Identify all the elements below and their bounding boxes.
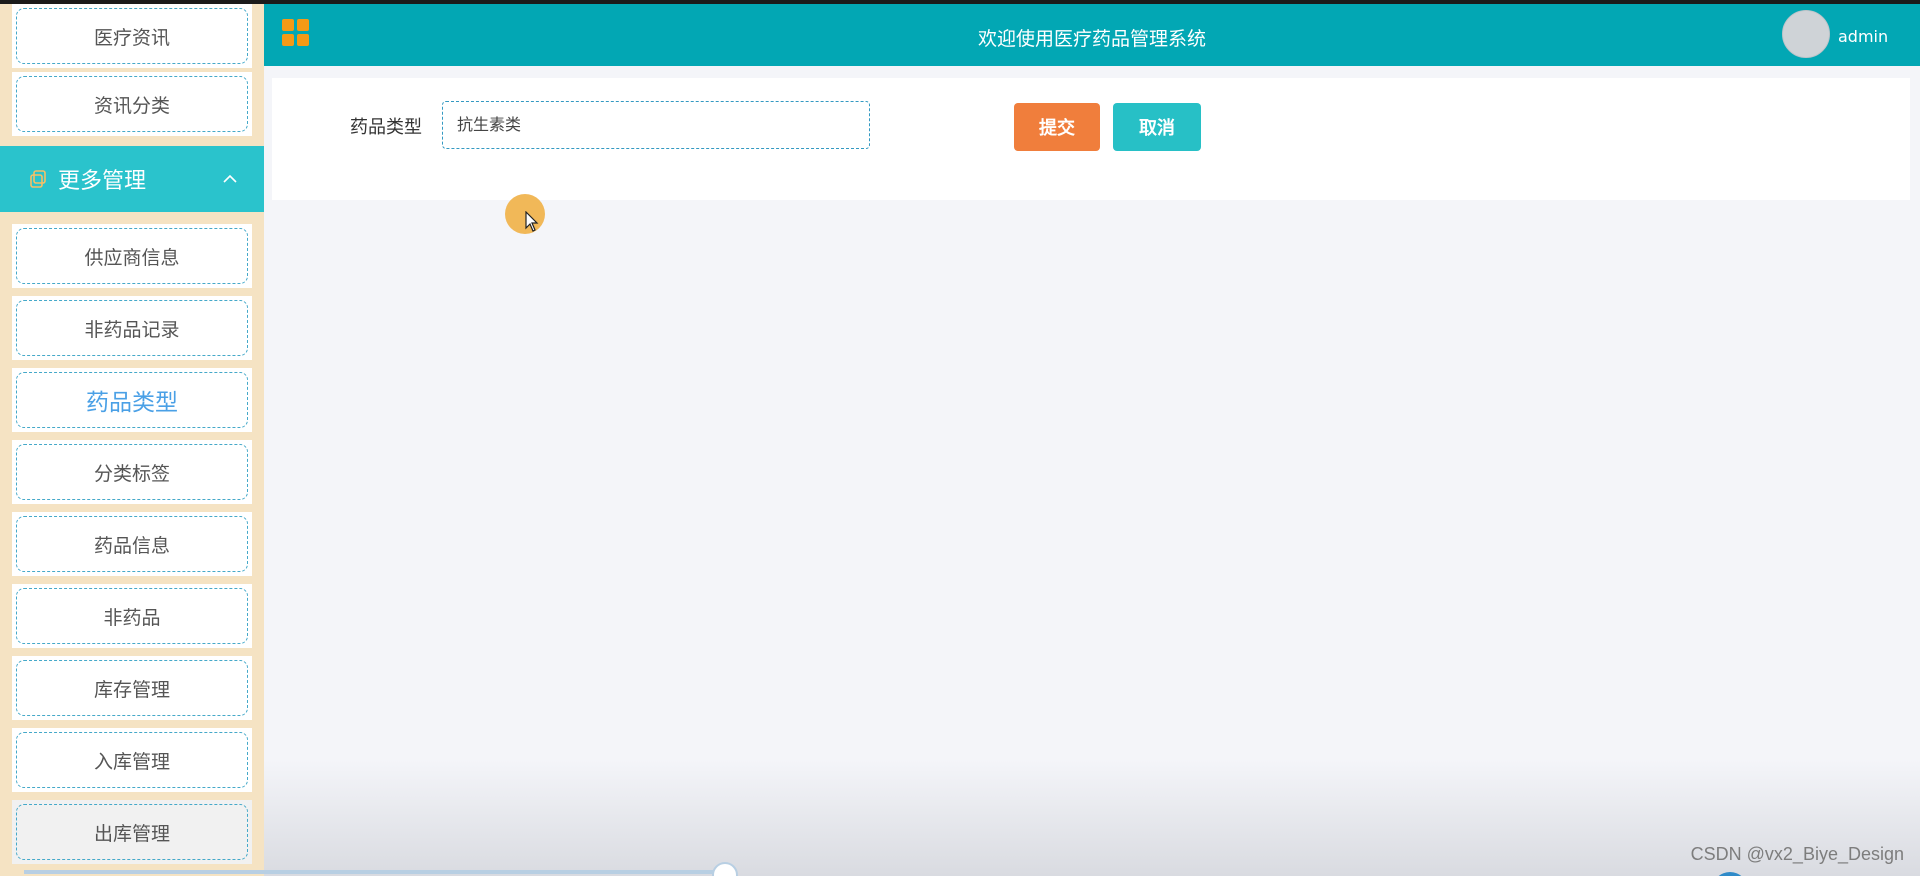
username-label[interactable]: admin (1838, 27, 1888, 46)
sidebar-item-drug-type[interactable]: 药品类型 (12, 368, 252, 432)
sidebar-item-label: 非药品记录 (16, 300, 248, 356)
sidebar-group-more-management[interactable]: 更多管理 (0, 146, 264, 212)
top-header: 欢迎使用医疗药品管理系统 admin (264, 4, 1920, 66)
sidebar-item-non-drug-records[interactable]: 非药品记录 (12, 296, 252, 360)
horizontal-scrollbar[interactable] (24, 870, 724, 874)
sidebar-item-non-drug[interactable]: 非药品 (12, 584, 252, 648)
drug-type-label: 药品类型 (350, 117, 422, 138)
sidebar-item-label: 分类标签 (16, 444, 248, 500)
avatar[interactable] (1782, 10, 1830, 58)
sidebar-item-news-category[interactable]: 资讯分类 (12, 72, 252, 136)
sidebar-item-drug-info[interactable]: 药品信息 (12, 512, 252, 576)
sidebar-item-stock-out[interactable]: 出库管理 (12, 800, 252, 864)
bottom-shade (264, 760, 1920, 876)
sidebar-item-label: 非药品 (16, 588, 248, 644)
sidebar-item-category-tags[interactable]: 分类标签 (12, 440, 252, 504)
sidebar-item-label: 医疗资讯 (16, 8, 248, 64)
sidebar-item-label: 库存管理 (16, 660, 248, 716)
app-screen: 医疗资讯 资讯分类 更多管理 供应商信息 非药品记录 药品类型 分类标签 药品信… (0, 0, 1920, 876)
drug-type-input[interactable]: 抗生素类 (442, 101, 870, 149)
sidebar-item-label: 资讯分类 (16, 76, 248, 132)
sidebar-item-medical-news[interactable]: 医疗资讯 (12, 4, 252, 68)
sidebar-item-supplier-info[interactable]: 供应商信息 (12, 224, 252, 288)
sidebar-group-label: 更多管理 (58, 169, 147, 194)
sidebar-item-inventory[interactable]: 库存管理 (12, 656, 252, 720)
sidebar: 医疗资讯 资讯分类 更多管理 供应商信息 非药品记录 药品类型 分类标签 药品信… (0, 4, 264, 876)
copy-icon (28, 169, 48, 189)
sidebar-item-label: 入库管理 (16, 732, 248, 788)
page-title: 欢迎使用医疗药品管理系统 (977, 28, 1206, 50)
chevron-up-icon (222, 168, 238, 193)
sidebar-item-label: 药品类型 (16, 372, 248, 428)
submit-button[interactable]: 提交 (1014, 103, 1100, 151)
sidebar-item-label: 药品信息 (16, 516, 248, 572)
cancel-button[interactable]: 取消 (1113, 103, 1201, 151)
sidebar-item-stock-in[interactable]: 入库管理 (12, 728, 252, 792)
sidebar-item-label: 供应商信息 (16, 228, 248, 284)
mouse-pointer-icon (525, 211, 539, 232)
sidebar-item-label: 出库管理 (16, 804, 248, 860)
watermark: CSDN @vx2_Biye_Design (1690, 844, 1904, 864)
